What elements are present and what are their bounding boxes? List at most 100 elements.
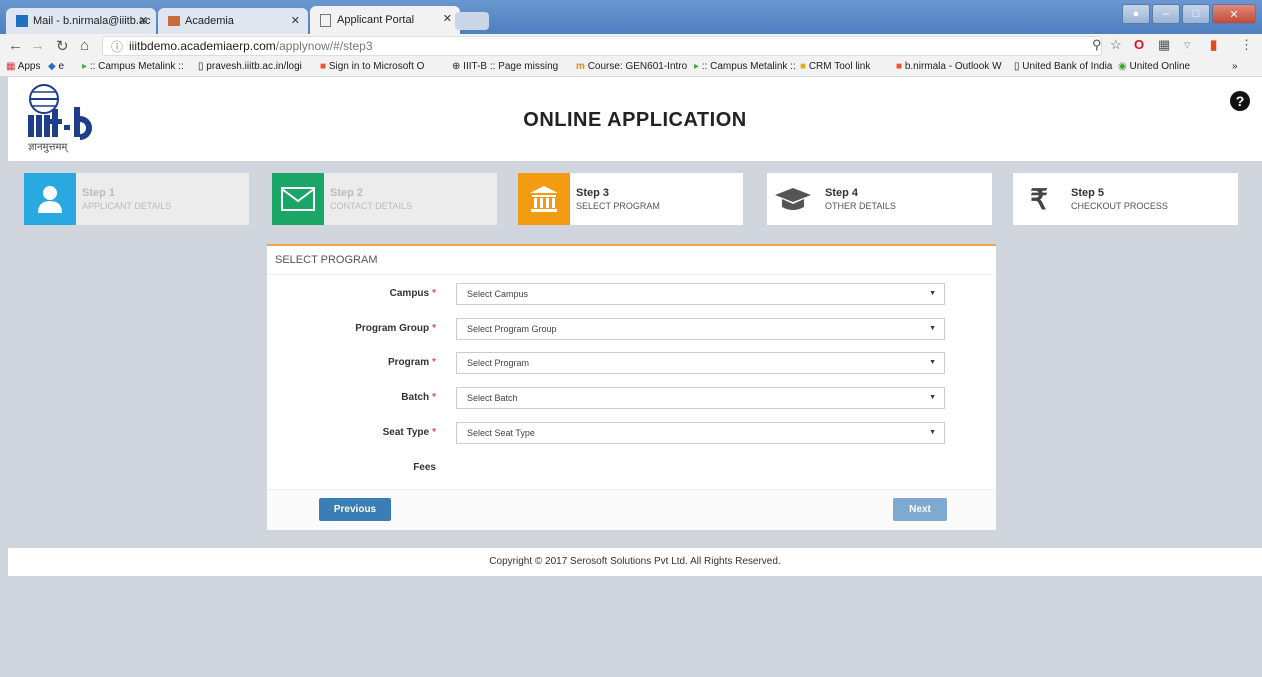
extension-icon[interactable]: ▦: [1158, 37, 1170, 53]
step-subtitle: SELECT PROGRAM: [576, 201, 660, 211]
campus-row: Campus * Select Campus ▼: [267, 283, 996, 307]
step-subtitle: OTHER DETAILS: [825, 201, 896, 211]
star-icon[interactable]: ☆: [1110, 37, 1122, 53]
step-title: Step 1: [82, 187, 116, 199]
form-actions: Previous Next: [267, 489, 996, 530]
step-title: Step 4: [825, 187, 859, 199]
forward-icon[interactable]: →: [30, 37, 45, 54]
browser-toolbar: ← → ↻ ⌂ ⓘ iiitbdemo.academiaerp.com/appl…: [0, 34, 1262, 58]
cart-icon[interactable]: ▿: [1184, 37, 1191, 53]
step-3-select-program[interactable]: Step 3 SELECT PROGRAM: [518, 173, 743, 225]
step-5-checkout-process[interactable]: ₹ Step 5 CHECKOUT PROCESS: [1013, 173, 1238, 225]
batch-row: Batch * Select Batch ▼: [267, 387, 996, 411]
microsoft-icon: ■: [320, 61, 327, 72]
page-header: ज्ञानमुत्तमम् ONLINE APPLICATION ?: [8, 77, 1262, 161]
help-icon[interactable]: ?: [1230, 91, 1250, 111]
user-icon[interactable]: ●: [1122, 4, 1150, 24]
step-1-applicant-details[interactable]: Step 1 APPLICANT DETAILS: [24, 173, 249, 225]
zoom-icon[interactable]: ⚲: [1092, 37, 1102, 53]
caret-down-icon: ▼: [929, 325, 936, 332]
maximize-button[interactable]: □: [1182, 4, 1210, 24]
browser-tab-applicant-portal[interactable]: Applicant Portal ✕: [310, 6, 460, 34]
campus-label: Campus *: [389, 288, 436, 299]
metalink-icon: ▸: [82, 61, 88, 72]
batch-select[interactable]: Select Batch ▼: [456, 387, 945, 409]
globe-icon: ◆: [48, 61, 56, 72]
batch-label: Batch *: [401, 392, 436, 403]
bookmark-united-bank[interactable]: ▯ United Bank of India: [1014, 61, 1112, 72]
bookmark-outlook[interactable]: ■ b.nirmala - Outlook W: [896, 61, 1002, 72]
step-2-contact-details[interactable]: Step 2 CONTACT DETAILS: [272, 173, 497, 225]
step-subtitle: CHECKOUT PROCESS: [1071, 201, 1168, 211]
crm-icon: ■: [800, 61, 807, 72]
close-window-button[interactable]: ✕: [1212, 4, 1256, 24]
office-icon[interactable]: ▮: [1210, 37, 1217, 53]
reload-icon[interactable]: ↻: [56, 37, 69, 55]
globe-icon: ⊕: [452, 61, 461, 72]
opera-icon[interactable]: O: [1134, 37, 1144, 52]
bookmark-campus-metalink[interactable]: ▸ :: Campus Metalink ::: [82, 61, 184, 72]
back-icon[interactable]: ←: [8, 37, 23, 54]
bookmark-united-online[interactable]: ◉ United Online: [1118, 61, 1190, 72]
menu-icon[interactable]: ⋮: [1240, 37, 1253, 53]
bookmark-microsoft[interactable]: ■ Sign in to Microsoft O: [320, 61, 424, 72]
page-bottom: [8, 576, 1262, 677]
bookmarks-bar: ▦ Apps ◆ e ▸ :: Campus Metalink :: ▯ pra…: [0, 58, 1262, 77]
bookmarks-overflow[interactable]: »: [1232, 61, 1238, 72]
apps-grid-icon: ▦: [6, 61, 16, 72]
tab-label: Applicant Portal: [337, 14, 415, 26]
seat-type-row: Seat Type * Select Seat Type ▼: [267, 422, 996, 446]
page-title: ONLINE APPLICATION: [523, 109, 747, 131]
copyright-footer: Copyright © 2017 Serosoft Solutions Pvt …: [8, 548, 1262, 576]
globe-icon: ◉: [1118, 61, 1127, 72]
program-select[interactable]: Select Program ▼: [456, 352, 945, 374]
bookmark-crm[interactable]: ■ CRM Tool link: [800, 61, 870, 72]
step-subtitle: CONTACT DETAILS: [330, 201, 413, 211]
browser-tab-academia[interactable]: Academia ✕: [158, 8, 308, 34]
campus-select[interactable]: Select Campus ▼: [456, 283, 945, 305]
next-button[interactable]: Next: [893, 498, 947, 521]
fees-row: Fees: [267, 457, 996, 481]
user-icon: [24, 173, 76, 225]
bookmark-campus-metalink-2[interactable]: ▸ :: Campus Metalink ::: [694, 61, 796, 72]
bookmark-pravesh[interactable]: ▯ pravesh.iiitb.ac.in/logi: [198, 61, 302, 72]
caret-down-icon: ▼: [929, 359, 936, 366]
tab-label: Academia: [185, 15, 234, 27]
bookmark-iiitb-page[interactable]: ⊕ IIIT-B :: Page missing: [452, 61, 558, 72]
url-path: /applynow/#/step3: [275, 39, 373, 53]
step-subtitle: APPLICANT DETAILS: [82, 201, 172, 211]
rupee-icon: ₹: [1030, 183, 1048, 215]
metalink-icon: ▸: [694, 61, 700, 72]
new-tab-button[interactable]: [455, 12, 489, 30]
address-bar[interactable]: ⓘ iiitbdemo.academiaerp.com/applynow/#/s…: [102, 36, 1102, 56]
moodle-icon: m: [576, 61, 585, 72]
bookmark-apps[interactable]: ▦ Apps: [6, 61, 40, 72]
bookmark-e[interactable]: ◆ e: [48, 61, 64, 72]
outlook-icon: [16, 15, 28, 27]
caret-down-icon: ▼: [929, 394, 936, 401]
program-group-row: Program Group * Select Program Group ▼: [267, 318, 996, 342]
graduation-cap-icon: [767, 173, 819, 225]
seat-type-select[interactable]: Select Seat Type ▼: [456, 422, 945, 444]
fees-label: Fees: [413, 462, 436, 473]
url-host: iiitbdemo.academiaerp.com: [129, 39, 276, 53]
institution-icon: [518, 173, 570, 225]
page-icon: [320, 13, 331, 27]
page-icon: ▯: [1014, 61, 1020, 72]
bookmark-course[interactable]: m Course: GEN601-Intro: [576, 61, 687, 72]
minimize-button[interactable]: –: [1152, 4, 1180, 24]
previous-button[interactable]: Previous: [319, 498, 391, 521]
microsoft-icon: ■: [896, 61, 903, 72]
close-icon[interactable]: ✕: [139, 14, 148, 27]
program-group-select[interactable]: Select Program Group ▼: [456, 318, 945, 340]
browser-tab-mail[interactable]: Mail - b.nirmala@iiitb.ac ✕: [6, 8, 156, 34]
panel-heading: SELECT PROGRAM: [267, 246, 996, 275]
program-group-label: Program Group *: [355, 323, 436, 334]
close-icon[interactable]: ✕: [443, 12, 452, 25]
tab-label: Mail - b.nirmala@iiitb.ac: [33, 15, 151, 27]
step-title: Step 5: [1071, 187, 1105, 199]
close-icon[interactable]: ✕: [291, 14, 300, 27]
step-4-other-details[interactable]: Step 4 OTHER DETAILS: [767, 173, 992, 225]
home-icon[interactable]: ⌂: [80, 37, 89, 54]
step-title: Step 2: [330, 187, 364, 199]
